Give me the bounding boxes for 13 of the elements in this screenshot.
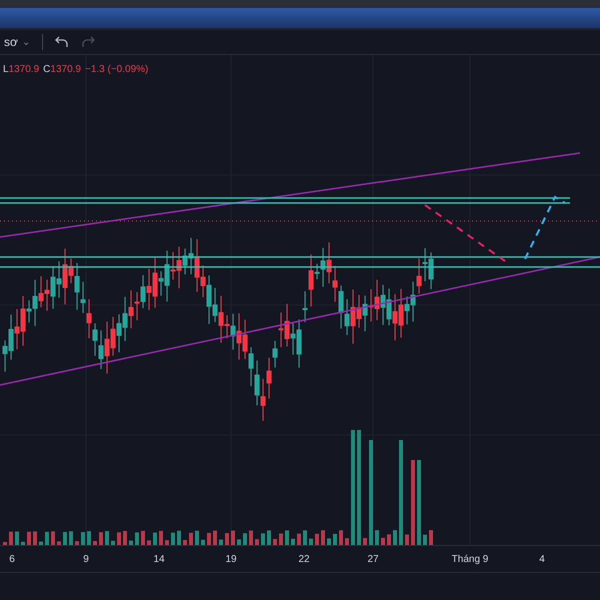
interval-dropdown[interactable]: sơ ⌄	[4, 33, 30, 51]
time-axis-label: 27	[367, 553, 379, 567]
time-axis-label: 19	[225, 553, 237, 567]
legend-value: C1370.9	[43, 63, 81, 77]
time-axis-label: Tháng 9	[452, 553, 488, 567]
time-axis-label: 6	[9, 553, 15, 567]
projection-line	[524, 196, 566, 260]
legend-change: −1.3 (−0.09%)	[84, 63, 148, 77]
time-axis-label: 4	[539, 553, 545, 567]
time-axis-label: 14	[153, 553, 165, 567]
legend-value: L1370.9	[3, 63, 40, 77]
time-axis-label: 22	[298, 553, 310, 567]
time-axis-label: 9	[83, 553, 89, 567]
